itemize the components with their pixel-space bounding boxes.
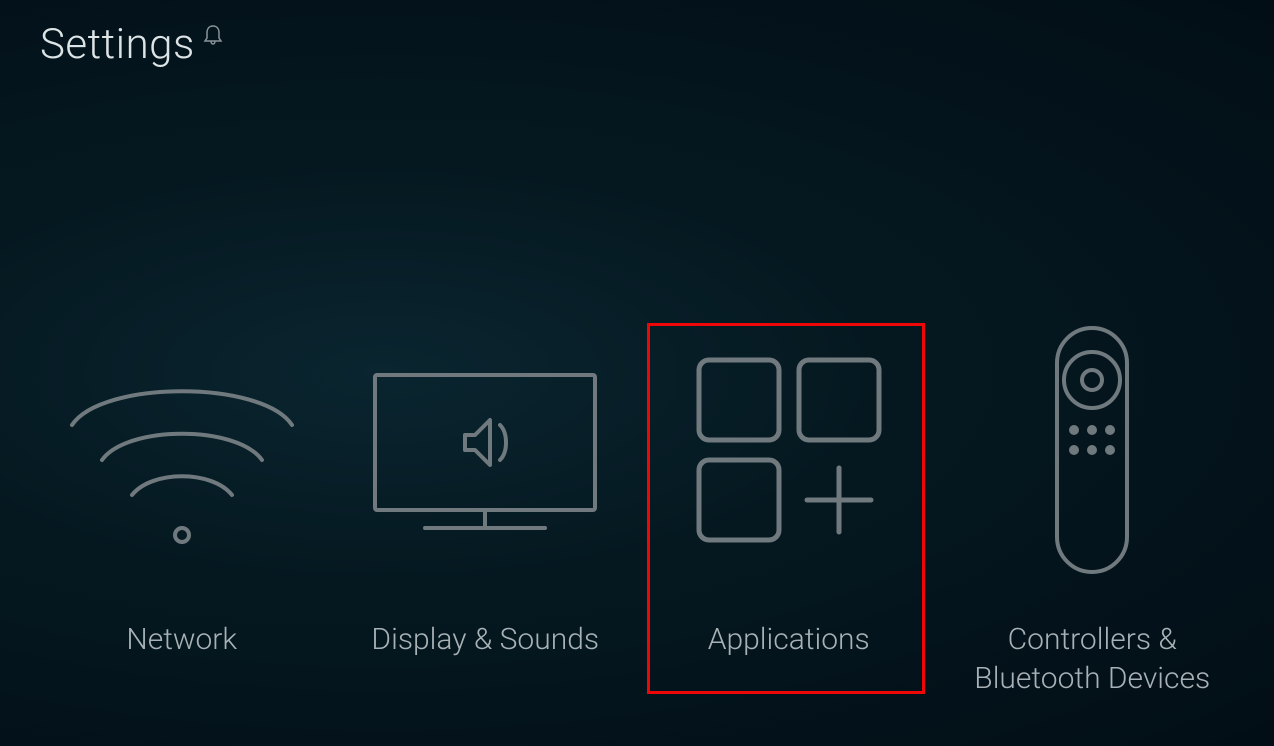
- page-title: Settings: [40, 20, 195, 69]
- tile-controllers-bluetooth[interactable]: Controllers & Bluetooth Devices: [942, 330, 1242, 698]
- applications-icon: [684, 330, 894, 570]
- tile-label-network: Network: [126, 620, 237, 659]
- tile-display-sounds[interactable]: Display & Sounds: [335, 330, 635, 659]
- header: Settings: [0, 0, 1274, 89]
- bell-icon[interactable]: [203, 24, 223, 46]
- tile-network[interactable]: Network: [32, 330, 332, 659]
- tile-label-controllers-bluetooth: Controllers & Bluetooth Devices: [942, 620, 1242, 698]
- settings-tiles-row: Network Display & Sounds: [0, 330, 1274, 698]
- tile-applications[interactable]: Applications: [639, 330, 939, 659]
- wifi-icon: [62, 330, 302, 570]
- tile-label-display-sounds: Display & Sounds: [371, 620, 599, 659]
- tile-label-applications: Applications: [708, 620, 870, 659]
- display-sounds-icon: [355, 330, 615, 570]
- remote-icon: [1032, 330, 1152, 570]
